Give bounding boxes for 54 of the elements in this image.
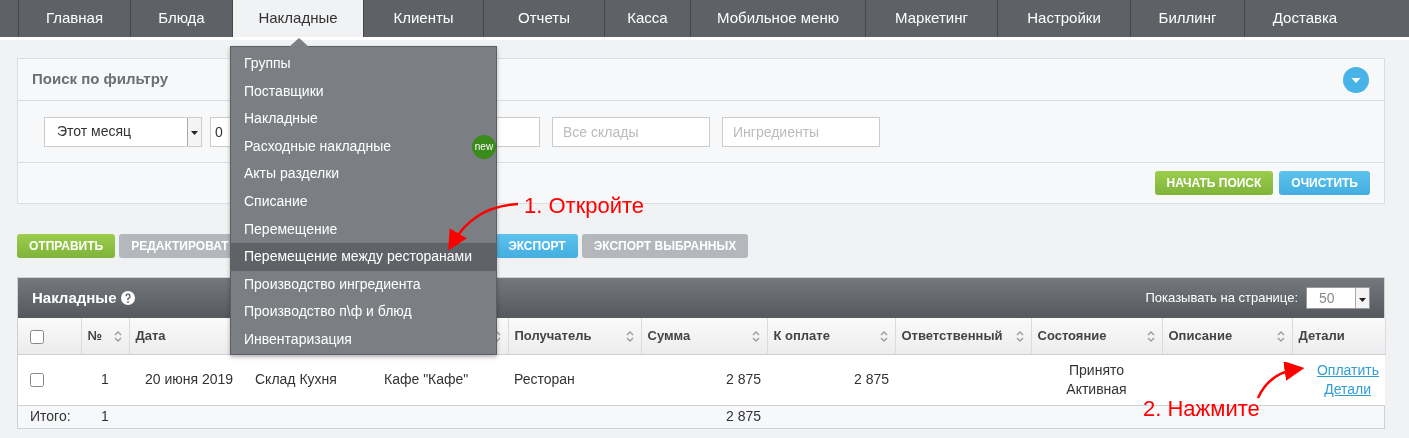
total-count: 1 (101, 408, 109, 425)
menu-item[interactable]: Поставщики (231, 77, 496, 106)
checkbox[interactable] (30, 373, 44, 388)
menu-item[interactable]: Перемещение (231, 215, 496, 244)
status-text: Активная (1066, 380, 1127, 397)
menu-item[interactable]: Акты разделки (231, 160, 496, 188)
table-cell: 1 (101, 371, 109, 387)
new-badge: new (472, 134, 496, 159)
column-header[interactable]: Сумма (641, 318, 767, 354)
period-select[interactable]: Этот месяц (44, 116, 202, 147)
nav-tab[interactable]: Мобильное меню (690, 0, 865, 37)
panel-title: Поиск по фильтру (32, 69, 168, 90)
column-header[interactable]: Состояние (1031, 318, 1162, 354)
nav-tab[interactable]: Биллинг (1130, 0, 1244, 37)
nav-tab[interactable]: Касса (604, 0, 690, 37)
table-cell: 2 875 (725, 371, 761, 387)
menu-item[interactable]: Расходные накладные new (231, 132, 496, 161)
table-cell: 2 875 (853, 371, 889, 387)
column-header[interactable]: Получатель (508, 318, 641, 354)
menu-item[interactable]: Производство ингредиента (231, 270, 496, 299)
annotation-text: 1. Откройте (524, 192, 645, 220)
column-header[interactable]: № (81, 318, 129, 354)
nav-tab[interactable]: Отчеты (483, 0, 604, 37)
nav-tab[interactable]: Главная (18, 0, 130, 37)
nav-tab[interactable]: Настройки (997, 0, 1130, 37)
table-cell: Ресторан (514, 371, 575, 387)
table-cell: Кафе "Кафе" (384, 371, 469, 387)
per-page-select[interactable]: 50 (1306, 287, 1370, 309)
nav-tab[interactable]: Маркетинг (865, 0, 997, 37)
menu-item[interactable]: Списание (231, 187, 496, 216)
column-header[interactable]: Детали (1292, 318, 1385, 354)
table-cell: 20 июня 2019 (144, 371, 234, 387)
nav-tab[interactable]: Доставка (1244, 0, 1365, 37)
column-header[interactable]: К оплате (767, 318, 895, 354)
help-icon (120, 290, 137, 306)
nav-tab[interactable]: Накладные (232, 0, 363, 37)
total-sum: 2 875 (725, 408, 761, 425)
menu-item[interactable]: Группы (231, 50, 496, 78)
nav-tab[interactable]: Клиенты (363, 0, 483, 37)
table-cell: Склад Кухня (255, 371, 337, 387)
menu-item-label: Расходные накладные (244, 137, 392, 154)
annotation-text: 2. Нажмите (1143, 395, 1260, 423)
column-header[interactable]: Ответственный (895, 318, 1031, 354)
total-label: Итого: (30, 408, 71, 425)
menu-item[interactable]: Перемещение между ресторанами (231, 243, 496, 271)
column-header[interactable]: Описание (1162, 318, 1292, 354)
warehouse-field[interactable]: Все склады (552, 116, 710, 147)
status-text: Принято (1069, 362, 1124, 379)
menu-item[interactable]: Накладные (231, 105, 496, 133)
expand-icon[interactable] (1342, 65, 1370, 94)
table-title: Накладные (32, 287, 117, 308)
per-page-label: Показывать на странице: (1145, 289, 1298, 308)
checkbox[interactable] (30, 329, 44, 344)
ingredient-field[interactable]: Ингредиенты (722, 116, 880, 147)
